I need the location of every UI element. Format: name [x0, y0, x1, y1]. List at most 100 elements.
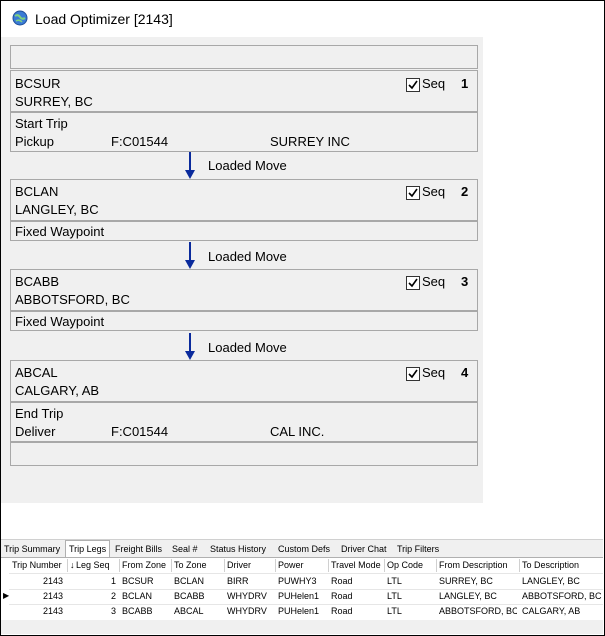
tab-trip-filters[interactable]: Trip Filters [394, 542, 442, 557]
cell: ABBOTSFORD, BC [522, 591, 602, 601]
down-arrow-icon [185, 333, 195, 360]
cell: 2143 [43, 576, 64, 586]
cell: LANGLEY, BC [439, 591, 497, 601]
cell: BCABB [174, 591, 205, 601]
column-header[interactable]: Trip Number [12, 560, 62, 570]
event-title: Fixed Waypoint [15, 224, 105, 239]
seq-checkbox[interactable] [406, 186, 420, 200]
event-code: F:C01544 [111, 424, 169, 439]
row-divider [9, 589, 603, 590]
event-title: End Trip [15, 406, 64, 421]
cell: 3 [111, 606, 117, 616]
column-header[interactable]: Driver [227, 560, 251, 570]
event-company: CAL INC. [270, 424, 325, 439]
stop-zone: BCABB [15, 274, 60, 289]
tab-freight-bills[interactable]: Freight Bills [112, 542, 165, 557]
seq-checkbox[interactable] [406, 78, 420, 92]
cell: Road [331, 606, 353, 616]
cell: PUHelen1 [278, 591, 320, 601]
column-divider [224, 559, 225, 572]
cell: 2 [111, 591, 117, 601]
cell: SURREY, BC [439, 576, 493, 586]
column-header[interactable]: Leg Seq [76, 560, 110, 570]
column-divider [436, 559, 437, 572]
stop-card[interactable]: BCABB ABBOTSFORD, BC Seq 3 [10, 269, 478, 311]
cell: WHYDRV [227, 591, 267, 601]
tab-status-history[interactable]: Status History [207, 542, 269, 557]
stop-city: CALGARY, AB [15, 383, 100, 398]
stop-card[interactable]: BCLAN LANGLEY, BC Seq 2 [10, 179, 478, 221]
column-header[interactable]: From Description [439, 560, 508, 570]
row-divider [9, 604, 603, 605]
stop-card[interactable]: ABCAL CALGARY, AB Seq 4 [10, 360, 478, 402]
stop-zone: BCLAN [15, 184, 59, 199]
cell: Road [331, 576, 353, 586]
move-label: Loaded Move [208, 340, 287, 355]
move-label: Loaded Move [208, 249, 287, 264]
window-title: Load Optimizer [2143] [35, 11, 173, 27]
cell: CALGARY, AB [522, 606, 581, 616]
tab-seal[interactable]: Seal # [169, 542, 201, 557]
down-arrow-icon [185, 242, 195, 269]
cell: BIRR [227, 576, 249, 586]
seq-number: 4 [461, 365, 469, 380]
cell: 1 [111, 576, 117, 586]
stop-card[interactable]: BCSUR SURREY, BC Seq 1 [10, 70, 478, 112]
empty-header-box [10, 45, 478, 69]
tab-strip: Trip Summary Trip Legs Freight Bills Sea… [1, 539, 603, 559]
tab-custom-defs[interactable]: Custom Defs [275, 542, 333, 557]
header-divider [9, 573, 603, 574]
waypoint-card[interactable]: Fixed Waypoint [10, 221, 478, 241]
event-action: Pickup [15, 134, 55, 149]
event-action: Deliver [15, 424, 56, 439]
stop-city: LANGLEY, BC [15, 202, 99, 217]
cell: PUHelen1 [278, 606, 320, 616]
event-code: F:C01544 [111, 134, 169, 149]
cell: Road [331, 591, 353, 601]
waypoint-card[interactable]: Fixed Waypoint [10, 311, 478, 331]
spacer [1, 503, 603, 539]
column-divider [171, 559, 172, 572]
tab-driver-chat[interactable]: Driver Chat [338, 542, 390, 557]
column-header[interactable]: Travel Mode [331, 560, 381, 570]
empty-footer-box [10, 442, 478, 466]
column-divider [119, 559, 120, 572]
column-header[interactable]: From Zone [122, 560, 166, 570]
cell: PUWHY3 [278, 576, 317, 586]
event-title: Start Trip [15, 116, 68, 131]
seq-label: Seq [422, 365, 446, 380]
sort-icon: ↓ [70, 560, 75, 570]
cell: BCABB [122, 606, 153, 616]
column-header[interactable]: Op Code [387, 560, 423, 570]
seq-checkbox[interactable] [406, 367, 420, 381]
seq-label: Seq [422, 76, 446, 91]
column-header[interactable]: To Zone [174, 560, 207, 570]
down-arrow-icon [185, 152, 195, 179]
seq-label: Seq [422, 184, 446, 199]
column-header[interactable]: Power [278, 560, 304, 570]
globe-icon [12, 10, 28, 26]
tab-trip-summary[interactable]: Trip Summary [1, 542, 63, 557]
stop-city: SURREY, BC [15, 94, 93, 109]
column-divider [519, 559, 520, 572]
current-row-indicator-icon: ▶ [3, 591, 10, 600]
seq-checkbox[interactable] [406, 276, 420, 290]
column-header[interactable]: To Description [522, 560, 579, 570]
trip-legs-grid: Trip Number ↓ Leg Seq From Zone To Zone … [1, 557, 603, 621]
cell: LTL [387, 591, 402, 601]
cell: ABCAL [174, 606, 204, 616]
event-company: SURREY INC [270, 134, 350, 149]
column-divider [275, 559, 276, 572]
end-trip-card[interactable]: End Trip Deliver F:C01544 CAL INC. [10, 402, 478, 442]
seq-number: 1 [461, 76, 469, 91]
cell: LTL [387, 576, 402, 586]
seq-number: 2 [461, 184, 469, 199]
cell: 2143 [43, 591, 64, 601]
cell: WHYDRV [227, 606, 267, 616]
cell: BCLAN [122, 591, 153, 601]
column-divider [328, 559, 329, 572]
seq-label: Seq [422, 274, 446, 289]
column-divider [384, 559, 385, 572]
optimizer-panel: BCSUR SURREY, BC Seq 1 Start Trip Pickup… [1, 37, 483, 503]
start-trip-card[interactable]: Start Trip Pickup F:C01544 SURREY INC [10, 112, 478, 152]
